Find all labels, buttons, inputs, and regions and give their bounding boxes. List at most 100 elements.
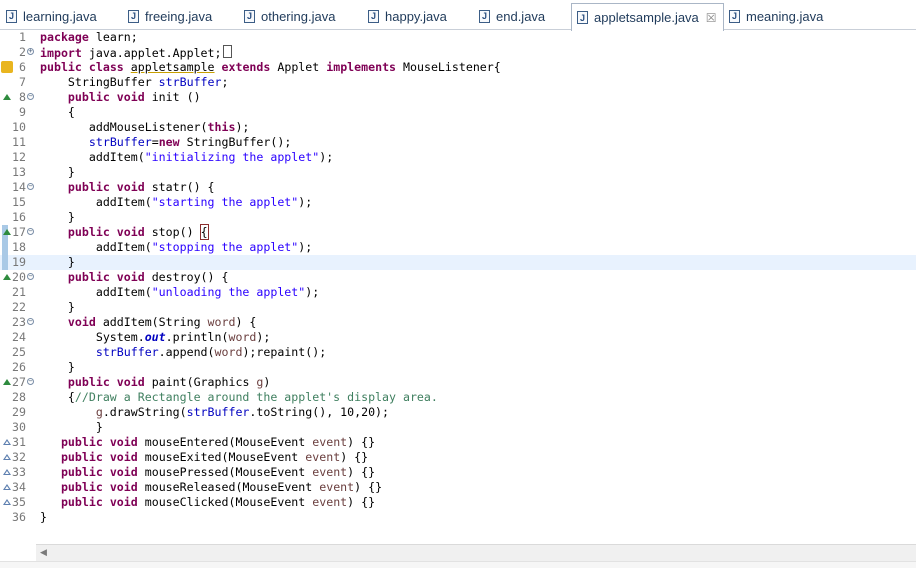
- line-number: 26: [12, 360, 26, 374]
- implements-marker-icon[interactable]: [3, 439, 11, 445]
- close-tab-icon[interactable]: ☒: [706, 11, 717, 25]
- code-token: Applet: [270, 60, 327, 74]
- keyword: public: [40, 60, 82, 74]
- code-token: mouseExited(MouseEvent: [137, 450, 306, 464]
- tab-othering-java[interactable]: J othering.java: [244, 4, 335, 28]
- line-number: 10: [12, 120, 26, 134]
- code-line: 33 public void mousePressed(MouseEvent e…: [0, 465, 916, 480]
- implements-marker-icon[interactable]: [3, 469, 11, 475]
- code-token: );: [235, 120, 250, 134]
- line-number: 32: [12, 450, 26, 464]
- code-line: 31 public void mouseEntered(MouseEvent e…: [0, 435, 916, 450]
- tab-freeing-java[interactable]: J freeing.java: [128, 4, 212, 28]
- collapse-fold-icon[interactable]: −: [27, 228, 34, 235]
- keyword: extends: [221, 60, 271, 74]
- line-gutter: 33: [0, 465, 36, 480]
- code-editor[interactable]: 1 package learn; 2 + import java.applet.A…: [0, 30, 916, 544]
- code-token: =: [151, 135, 159, 149]
- line-gutter: 11: [0, 135, 36, 150]
- tab-happy-java[interactable]: J happy.java: [368, 4, 447, 28]
- line-number: 29: [12, 405, 26, 419]
- horizontal-scrollbar[interactable]: ◀: [36, 544, 916, 562]
- code-token: System.: [40, 330, 145, 344]
- line-number: 17: [12, 225, 26, 239]
- code-token: addItem(: [40, 150, 145, 164]
- code-line: 27− public void paint(Graphics g): [0, 375, 916, 390]
- parameter-name: word: [207, 315, 236, 329]
- warning-icon[interactable]: [1, 61, 13, 73]
- override-marker-icon[interactable]: [3, 229, 11, 235]
- implements-marker-icon[interactable]: [3, 499, 11, 505]
- parameter-name: event: [305, 450, 341, 464]
- code-token: .drawString(: [102, 405, 187, 419]
- keyword: implements: [326, 60, 397, 74]
- code-token: addItem(: [40, 285, 152, 299]
- code-token: java.applet.Applet;: [81, 46, 222, 60]
- parameter-name: event: [312, 495, 348, 509]
- keyword: public: [67, 375, 110, 389]
- implements-marker-icon[interactable]: [3, 484, 11, 490]
- collapse-fold-icon[interactable]: −: [27, 318, 34, 325]
- code-text: }: [40, 210, 75, 225]
- code-token: ) {}: [347, 495, 376, 509]
- line-gutter: 29: [0, 405, 36, 420]
- code-token: {: [40, 390, 75, 404]
- collapse-fold-icon[interactable]: −: [27, 378, 34, 385]
- string-literal: "stopping the applet": [151, 240, 299, 254]
- override-marker-icon[interactable]: [3, 94, 11, 100]
- scroll-left-icon[interactable]: ◀: [40, 548, 47, 558]
- java-file-icon: J: [244, 9, 255, 23]
- code-token: ): [263, 375, 271, 389]
- line-gutter: 22: [0, 300, 36, 315]
- code-token: }: [40, 510, 47, 524]
- line-number: 23: [12, 315, 26, 329]
- tab-end-java[interactable]: J end.java: [479, 4, 545, 28]
- code-line: 20− public void destroy() {: [0, 270, 916, 285]
- line-number: 20: [12, 270, 26, 284]
- java-file-icon: J: [6, 9, 17, 23]
- code-token: }: [40, 360, 75, 374]
- collapse-fold-icon[interactable]: −: [27, 93, 34, 100]
- line-number: 36: [12, 510, 26, 524]
- line-gutter: 32: [0, 450, 36, 465]
- keyword: void: [116, 90, 145, 104]
- code-line: 16 }: [0, 210, 916, 225]
- field-name: strBuffer: [95, 345, 159, 359]
- override-marker-icon[interactable]: [3, 379, 11, 385]
- collapse-fold-icon[interactable]: −: [27, 183, 34, 190]
- code-token: learn;: [88, 30, 138, 44]
- code-line: 18 addItem("stopping the applet");: [0, 240, 916, 255]
- keyword: public: [67, 90, 110, 104]
- line-number: 34: [12, 480, 26, 494]
- implements-marker-icon[interactable]: [3, 454, 11, 460]
- code-text: public void paint(Graphics g): [40, 375, 270, 390]
- string-literal: "starting the applet": [151, 195, 299, 209]
- tab-meaning-java[interactable]: J meaning.java: [729, 4, 823, 28]
- line-number: 22: [12, 300, 26, 314]
- tab-label: learning.java: [23, 8, 97, 24]
- class-name-warning[interactable]: appletsample: [131, 60, 215, 74]
- tab-learning-java[interactable]: J learning.java: [6, 4, 97, 28]
- field-name: strBuffer: [88, 135, 152, 149]
- collapse-fold-icon[interactable]: −: [27, 273, 34, 280]
- code-line: 22 }: [0, 300, 916, 315]
- line-number: 31: [12, 435, 26, 449]
- line-gutter: 15: [0, 195, 36, 210]
- folded-block-icon[interactable]: [222, 45, 232, 58]
- expand-fold-icon[interactable]: +: [27, 48, 34, 55]
- keyword: class: [88, 60, 124, 74]
- code-text: import java.applet.Applet;: [40, 45, 232, 61]
- keyword: public: [67, 270, 110, 284]
- override-marker-icon[interactable]: [3, 274, 11, 280]
- code-text: }: [40, 165, 75, 180]
- line-number: 30: [12, 420, 26, 434]
- line-number: 1: [19, 30, 26, 44]
- tab-appletsample-java[interactable]: J appletsample.java ☒: [571, 3, 724, 31]
